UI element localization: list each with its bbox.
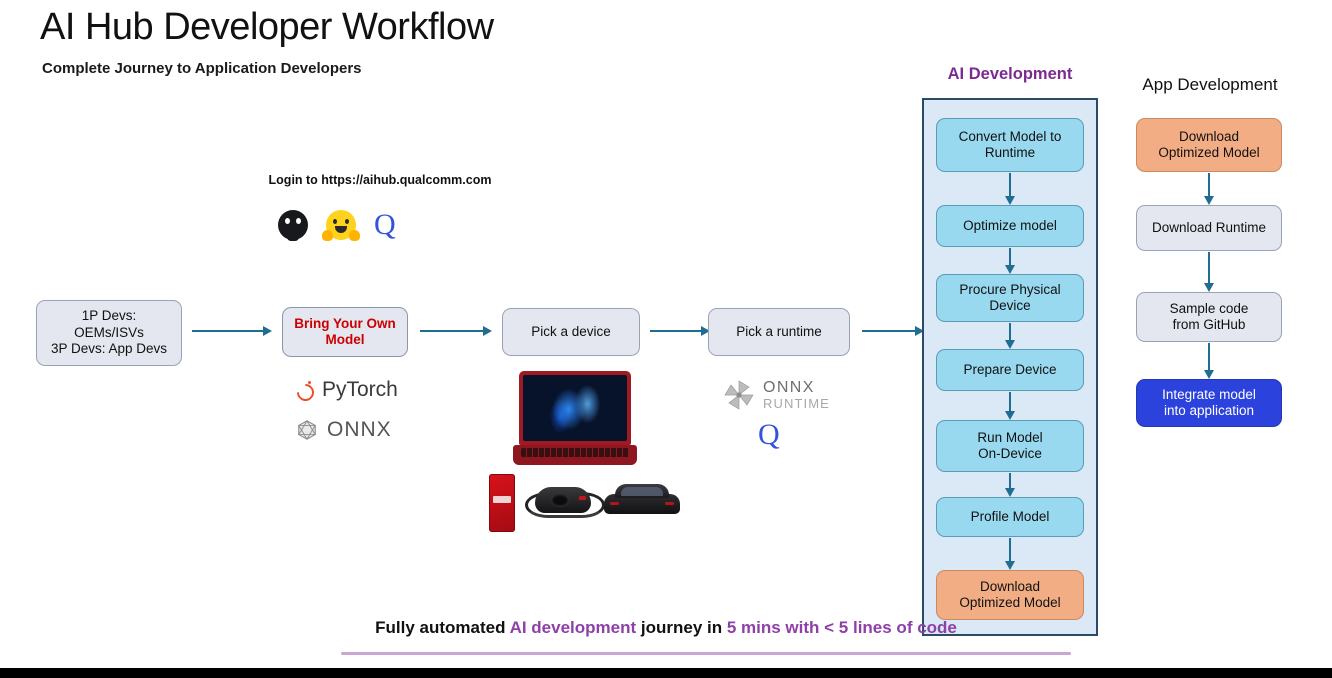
bottom-black-bar [0,668,1332,678]
pytorch-label: PyTorch [322,378,398,401]
onnx-logo: ONNX [296,418,392,442]
ai-arrow-4 [1003,392,1017,420]
footer-highlight-2: 5 mins with < 5 lines of code [726,618,957,637]
ai-arrow-1 [1003,173,1017,205]
app-step-download-runtime[interactable]: Download Runtime [1136,205,1282,251]
ai-arrow-6 [1003,538,1017,570]
laptop-device-image [513,371,643,467]
hugging-face-icon[interactable] [322,210,360,241]
app-step-integrate-model-into-application[interactable]: Integrate model into application [1136,379,1282,427]
onnx-runtime-icon [724,380,754,410]
github-icon[interactable] [278,210,308,241]
onnx-runtime-label-line2: RUNTIME [763,395,830,411]
footer-caption: Fully automated AI development journey i… [0,618,1332,638]
onnx-label: ONNX [327,418,392,441]
ai-arrow-2 [1003,248,1017,274]
onnx-runtime-label-line1: ONNX [763,379,815,397]
node-pick-a-runtime[interactable]: Pick a runtime [708,308,850,356]
ai-arrow-3 [1003,323,1017,349]
footer-part-1: Fully automated [375,618,510,637]
node-personas[interactable]: 1P Devs: OEMs/ISVs 3P Devs: App Devs [36,300,182,366]
vr-headset-device-image [525,481,605,521]
ai-step-run-model-on-device[interactable]: Run Model On-Device [936,420,1084,472]
arrow-runtime-to-ai-development [862,324,924,338]
ai-arrow-5 [1003,473,1017,497]
app-development-title: App Development [1142,75,1278,94]
app-step-download-optimized-model[interactable]: Download Optimized Model [1136,118,1282,172]
phone-device-image [489,474,515,532]
ai-step-optimize-model[interactable]: Optimize model [936,205,1084,247]
app-arrow-2 [1202,252,1216,292]
ai-step-prepare-device[interactable]: Prepare Device [936,349,1084,391]
page-subtitle: Complete Journey to Application Develope… [42,60,362,77]
ai-step-convert-model-to-runtime[interactable]: Convert Model to Runtime [936,118,1084,172]
login-url-label: Login to https://aihub.qualcomm.com [268,173,492,187]
node-pick-a-device[interactable]: Pick a device [502,308,640,356]
ai-step-profile-model[interactable]: Profile Model [936,497,1084,537]
ai-step-procure-physical-device[interactable]: Procure Physical Device [936,274,1084,322]
app-step-sample-code-from-github[interactable]: Sample code from GitHub [1136,292,1282,342]
node-bring-your-own-model[interactable]: Bring Your Own Model [282,307,408,357]
slide-canvas: AI Hub Developer Workflow Complete Journ… [0,0,1332,678]
arrow-personas-to-byom [192,324,272,338]
login-provider-icons: Q [278,210,396,241]
footer-highlight-1: AI development [509,618,637,637]
pytorch-logo: PyTorch [296,378,398,402]
qualcomm-runtime-icon: Q [758,418,780,451]
page-title: AI Hub Developer Workflow [40,6,494,48]
footer-part-2: journey in [636,618,727,637]
app-arrow-3 [1202,343,1216,379]
arrow-byom-to-device [420,324,492,338]
app-arrow-1 [1202,173,1216,205]
onnx-runtime-logo: ONNX RUNTIME [722,378,830,412]
pytorch-icon [296,380,315,401]
ai-step-download-optimized-model[interactable]: Download Optimized Model [936,570,1084,620]
footer-underline [341,652,1071,655]
arrow-device-to-runtime [650,324,710,338]
qualcomm-q-icon[interactable]: Q [374,210,396,240]
automotive-device-image [604,480,680,518]
onnx-icon [297,419,317,441]
ai-development-title: AI Development [947,65,1073,83]
